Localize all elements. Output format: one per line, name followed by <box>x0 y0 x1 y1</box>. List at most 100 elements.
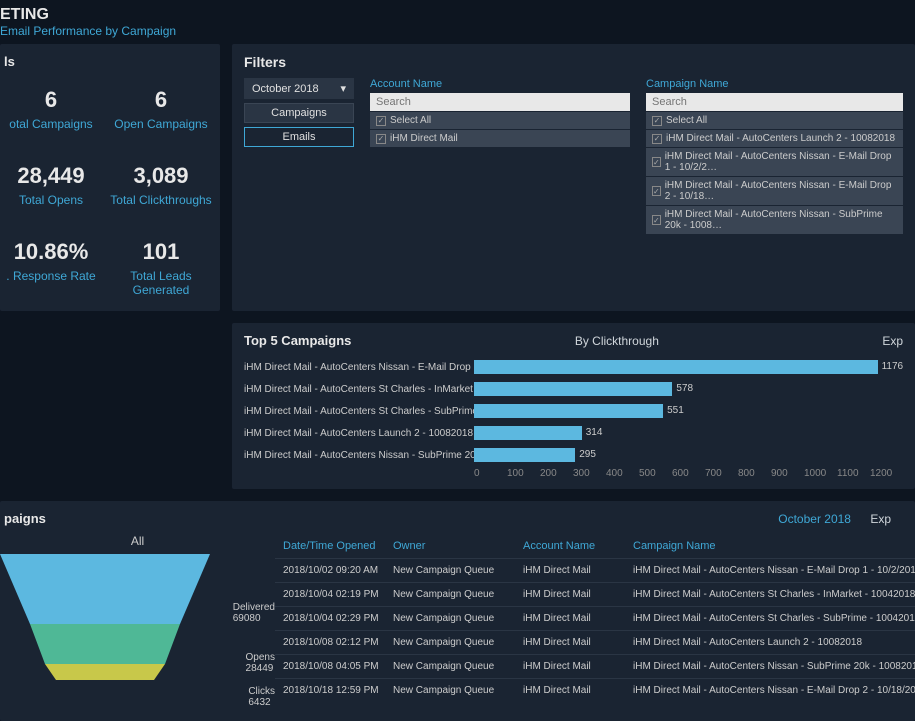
campaigns-month[interactable]: October 2018 <box>778 512 851 526</box>
table-row[interactable]: 2018/10/02 09:20 AMNew Campaign Queue iHM… <box>275 558 915 582</box>
account-search-input[interactable] <box>370 93 630 111</box>
funnel-chart <box>0 554 275 714</box>
checkbox-icon: ✓ <box>652 157 661 167</box>
table-row[interactable]: 2018/10/04 02:19 PMNew Campaign QueueiHM… <box>275 582 915 606</box>
cell-account: iHM Direct Mail <box>515 654 625 678</box>
cell-date: 2018/10/04 02:29 PM <box>275 606 385 630</box>
funnel-segment[interactable] <box>0 554 210 624</box>
funnel-stage-label: Opens <box>246 652 275 663</box>
bar-fill[interactable] <box>474 382 672 396</box>
checkbox-icon: ✓ <box>652 134 662 144</box>
metric-label: . Response Rate <box>0 269 102 283</box>
cell-campaign: iHM Direct Mail - AutoCenters Nissan - E… <box>625 678 915 702</box>
table-row[interactable]: 2018/10/18 12:59 PMNew Campaign Queue iHM… <box>275 678 915 702</box>
cell-date: 2018/10/08 04:05 PM <box>275 654 385 678</box>
top5-export[interactable]: Exp <box>882 334 903 348</box>
bar-value: 295 <box>575 448 596 462</box>
metric-label: Total Opens <box>0 193 102 207</box>
cell-campaign: iHM Direct Mail - AutoCenters Nissan - S… <box>625 654 915 678</box>
th-owner[interactable]: Owner <box>385 534 515 558</box>
filter-checkbox-item[interactable]: ✓ Select All <box>646 112 903 129</box>
campaigns-export[interactable]: Exp <box>870 512 891 526</box>
bar-value: 314 <box>582 426 603 440</box>
funnel-stage-value: 6432 <box>248 697 275 708</box>
bar-label: iHM Direct Mail - AutoCenters St Charles… <box>244 406 474 417</box>
chevron-down-icon: ▾ <box>340 82 346 95</box>
cell-date: 2018/10/18 12:59 PM <box>275 678 385 702</box>
totals-title: ls <box>0 54 212 69</box>
axis-tick: 1200 <box>870 468 903 479</box>
axis-tick: 700 <box>705 468 738 479</box>
filter-checkbox-item[interactable]: ✓ iHM Direct Mail - AutoCenters Launch 2 … <box>646 130 903 147</box>
axis-tick: 900 <box>771 468 804 479</box>
funnel-segment[interactable] <box>30 624 180 664</box>
filter-checkbox-item[interactable]: ✓ iHM Direct Mail - AutoCenters Nissan - … <box>646 148 903 176</box>
cell-owner: New Campaign Queue <box>385 678 515 702</box>
cell-campaign: iHM Direct Mail - AutoCenters St Charles… <box>625 606 915 630</box>
tab-campaigns[interactable]: Campaigns <box>244 103 354 123</box>
checkbox-icon: ✓ <box>652 116 662 126</box>
th-campaign[interactable]: Campaign Name <box>625 534 915 558</box>
th-account[interactable]: Account Name <box>515 534 625 558</box>
month-dropdown[interactable]: October 2018 ▾ <box>244 78 354 99</box>
month-dropdown-label: October 2018 <box>252 83 319 95</box>
campaign-search-input[interactable] <box>646 93 903 111</box>
table-row[interactable]: 2018/10/04 02:29 PMNew Campaign QueueiHM… <box>275 606 915 630</box>
cell-owner: New Campaign Queue <box>385 558 515 582</box>
checkbox-label: iHM Direct Mail - AutoCenters Launch 2 -… <box>666 133 895 144</box>
cell-campaign: iHM Direct Mail - AutoCenters Launch 2 -… <box>625 630 915 654</box>
cell-account: iHM Direct Mail <box>515 606 625 630</box>
filter-checkbox-item[interactable]: ✓iHM Direct Mail <box>370 130 630 147</box>
bar-fill[interactable] <box>474 448 575 462</box>
axis-tick: 600 <box>672 468 705 479</box>
metric-label: Total Leads Generated <box>110 269 212 297</box>
bar-value: 1176 <box>878 360 904 374</box>
funnel-stage-label: Delivered <box>233 602 275 613</box>
account-filter-label: Account Name <box>370 78 630 90</box>
cell-date: 2018/10/08 02:12 PM <box>275 630 385 654</box>
bar-fill[interactable] <box>474 426 582 440</box>
top5-title: Top 5 Campaigns <box>244 333 351 348</box>
th-date[interactable]: Date/Time Opened <box>275 534 385 558</box>
checkbox-icon: ✓ <box>376 116 386 126</box>
checkbox-label: Select All <box>390 115 431 126</box>
checkbox-icon: ✓ <box>652 215 661 225</box>
funnel-stage-value: 69080 <box>233 613 275 624</box>
axis-tick: 300 <box>573 468 606 479</box>
bar-label: iHM Direct Mail - AutoCenters St Charles… <box>244 384 474 395</box>
bar-label: iHM Direct Mail - AutoCenters Nissan - E… <box>244 362 474 373</box>
axis-tick: 800 <box>738 468 771 479</box>
axis-tick: 500 <box>639 468 672 479</box>
page-title: ETING <box>0 6 915 24</box>
funnel-title: All <box>0 534 275 548</box>
checkbox-icon: ✓ <box>376 134 386 144</box>
checkbox-icon: ✓ <box>652 186 661 196</box>
axis-tick: 200 <box>540 468 573 479</box>
checkbox-label: Select All <box>666 115 707 126</box>
checkbox-label: iHM Direct Mail - AutoCenters Nissan - S… <box>665 209 897 231</box>
cell-date: 2018/10/02 09:20 AM <box>275 558 385 582</box>
cell-account: iHM Direct Mail <box>515 582 625 606</box>
funnel-segment[interactable] <box>45 664 165 680</box>
metric-value: 10.86% <box>0 239 102 265</box>
metric-label: Total Clickthroughs <box>110 193 212 207</box>
filter-checkbox-item[interactable]: ✓iHM Direct Mail - AutoCenters Nissan - … <box>646 177 903 205</box>
filter-checkbox-item[interactable]: ✓ iHM Direct Mail - AutoCenters Nissan - … <box>646 206 903 234</box>
cell-owner: New Campaign Queue <box>385 606 515 630</box>
axis-tick: 1000 <box>804 468 837 479</box>
bar-label: iHM Direct Mail - AutoCenters Launch 2 -… <box>244 428 474 439</box>
axis-tick: 100 <box>507 468 540 479</box>
tab-emails[interactable]: Emails <box>244 127 354 147</box>
cell-campaign: iHM Direct Mail - AutoCenters Nissan - E… <box>625 558 915 582</box>
bar-fill[interactable] <box>474 360 878 374</box>
table-row[interactable]: 2018/10/08 04:05 PMNew Campaign QueueiHM… <box>275 654 915 678</box>
bar-fill[interactable] <box>474 404 663 418</box>
checkbox-label: iHM Direct Mail - AutoCenters Nissan - E… <box>665 151 897 173</box>
cell-date: 2018/10/04 02:19 PM <box>275 582 385 606</box>
axis-tick: 0 <box>474 468 507 479</box>
metric-value: 101 <box>110 239 212 265</box>
axis-tick: 1100 <box>837 468 870 479</box>
metric-value: 28,449 <box>0 163 102 189</box>
table-row[interactable]: 2018/10/08 02:12 PMNew Campaign QueueiHM… <box>275 630 915 654</box>
filter-checkbox-item[interactable]: ✓ Select All <box>370 112 630 129</box>
